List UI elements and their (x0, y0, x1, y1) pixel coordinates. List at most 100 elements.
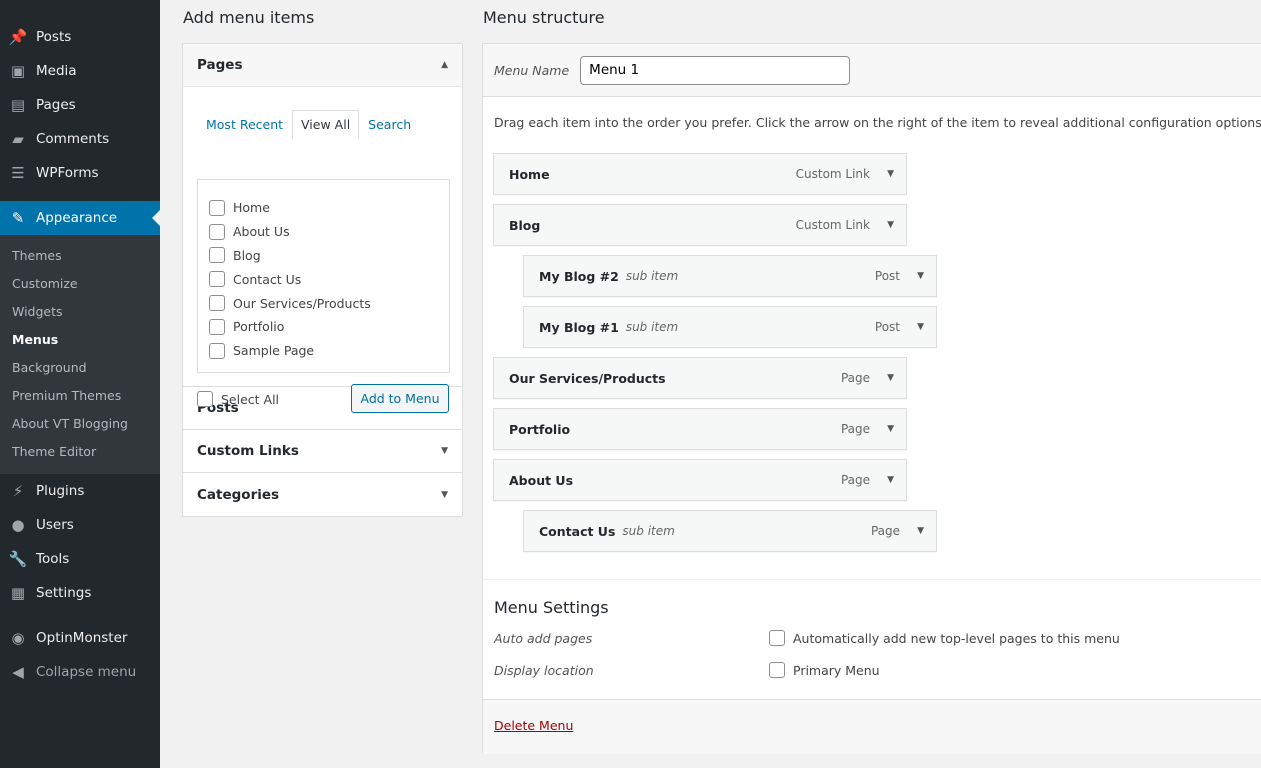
menu-name-input[interactable] (580, 55, 851, 85)
checkbox-icon[interactable] (197, 391, 213, 407)
section-header-categories[interactable]: Categories ▼ (183, 473, 462, 516)
menu-item-title: My Blog #1 (539, 319, 619, 335)
sidebar-item-label: OptinMonster (36, 630, 128, 646)
menu-item-title: About Us (509, 472, 574, 488)
sidebar-item-label: Plugins (36, 483, 85, 499)
checkbox-icon[interactable] (769, 630, 785, 646)
menu-item[interactable]: Portfolio Page ▼ (493, 408, 907, 450)
menu-structure-panel: Menu Name Drag each item into the order … (482, 43, 1261, 754)
menu-item-type: Page (840, 473, 870, 487)
sidebar-item-users[interactable]: ● Users (0, 508, 160, 542)
menu-structure-heading: Menu structure (483, 8, 605, 27)
page-checkbox-item[interactable]: Sample Page (198, 339, 449, 363)
caret-down-icon[interactable]: ▼ (887, 169, 894, 179)
admin-sidebar: Themes Customize Widgets Menus Background Pre… (0, 0, 160, 768)
sidebar-item-settings[interactable]: ▦ Settings (0, 576, 160, 610)
menu-item[interactable]: Contact Us sub item Page ▼ (523, 510, 937, 552)
menu-item[interactable]: My Blog #1 sub item Post ▼ (523, 306, 937, 348)
media-icon: ▣ (10, 62, 26, 80)
caret-down-icon[interactable]: ▼ (917, 271, 924, 281)
submenu-item-widgets[interactable]: Widgets (12, 304, 63, 319)
checkbox-icon[interactable] (209, 199, 225, 216)
pages-checklist: Home About Us Blog Contact Us Our Services/P… (197, 179, 450, 373)
caret-down-icon[interactable]: ▼ (441, 490, 448, 500)
tab-most-recent[interactable]: Most Recent (197, 110, 292, 139)
sidebar-item-label: Collapse menu (36, 664, 137, 680)
page-checkbox-item[interactable]: About Us (198, 220, 449, 244)
sidebar-item-appearance[interactable]: ✎ Appearance (0, 201, 160, 235)
sidebar-item-collapse-menu[interactable]: ◀ Collapse menu (0, 655, 160, 689)
submenu-item-theme-editor[interactable]: Theme Editor (12, 444, 96, 459)
tab-search[interactable]: Search (359, 110, 420, 139)
page-label: Our Services/Products (233, 295, 371, 311)
page-checkbox-item[interactable]: Contact Us (198, 267, 449, 291)
drag-instructions: Drag each item into the order you prefer… (494, 115, 1261, 130)
sidebar-item-media[interactable]: ▣ Media (0, 54, 160, 88)
auto-add-checkbox[interactable]: Automatically add new top-level pages to… (769, 630, 1120, 646)
checkbox-icon[interactable] (209, 247, 225, 264)
submenu-item-premium-themes[interactable]: Premium Themes (12, 388, 121, 403)
caret-down-icon[interactable]: ▼ (887, 424, 894, 434)
auto-add-option: Automatically add new top-level pages to… (793, 630, 1120, 646)
sidebar-item-label: Settings (36, 585, 92, 601)
menu-item-type: Custom Link (795, 218, 870, 232)
pages-section-header[interactable]: Pages ▲ (183, 44, 462, 87)
page-checkbox-item[interactable]: Portfolio (198, 315, 449, 339)
section-header-custom-links[interactable]: Custom Links ▼ (183, 430, 462, 473)
caret-down-icon[interactable]: ▼ (887, 220, 894, 230)
sidebar-item-comments[interactable]: ▰ Comments (0, 122, 160, 156)
sidebar-item-label: Posts (36, 29, 72, 45)
appearance-submenu: Themes Customize Widgets Menus Background Pre… (0, 235, 160, 474)
sidebar-item-tools[interactable]: 🔧 Tools (0, 542, 160, 576)
tab-view-all[interactable]: View All (292, 110, 360, 139)
page-checkbox-item[interactable]: Blog (198, 244, 449, 268)
checkbox-icon[interactable] (209, 271, 225, 288)
checkbox-icon[interactable] (209, 223, 225, 240)
caret-up-icon[interactable]: ▲ (441, 60, 448, 70)
checkbox-icon[interactable] (209, 318, 225, 335)
sidebar-item-wpforms[interactable]: ☰ WPForms (0, 156, 160, 190)
delete-menu-link[interactable]: Delete Menu (494, 718, 573, 733)
caret-down-icon[interactable]: ▼ (887, 475, 894, 485)
menu-item[interactable]: Our Services/Products Page ▼ (493, 357, 907, 399)
submenu-item-menus[interactable]: Menus (12, 332, 58, 347)
caret-down-icon[interactable]: ▼ (887, 373, 894, 383)
submenu-item-about-vt-blogging[interactable]: About VT Blogging (12, 416, 128, 431)
menu-item-title: Blog (509, 217, 541, 233)
pages-tabs: Most Recent View All Search (197, 110, 420, 139)
caret-down-icon[interactable]: ▼ (441, 446, 448, 456)
menu-item[interactable]: About Us Page ▼ (493, 459, 907, 501)
add-menu-items-heading: Add menu items (183, 8, 315, 27)
primary-menu-checkbox[interactable]: Primary Menu (769, 662, 880, 678)
menu-item-type: Post (874, 269, 900, 283)
checkbox-icon[interactable] (209, 342, 225, 359)
menu-name-label: Menu Name (494, 62, 570, 78)
checkbox-icon[interactable] (209, 295, 225, 312)
menu-item-title: My Blog #2 (539, 268, 619, 284)
sidebar-item-optinmonster[interactable]: ◉ OptinMonster (0, 621, 160, 655)
submenu-item-customize[interactable]: Customize (12, 276, 78, 291)
menu-item[interactable]: Home Custom Link ▼ (493, 153, 907, 195)
submenu-item-background[interactable]: Background (12, 360, 87, 375)
menu-item[interactable]: My Blog #2 sub item Post ▼ (523, 255, 937, 297)
submenu-item-themes[interactable]: Themes (12, 248, 62, 263)
sidebar-item-posts[interactable]: 📌 Posts (0, 20, 160, 54)
menu-footer: Delete Menu (483, 699, 1261, 754)
caret-down-icon[interactable]: ▼ (917, 322, 924, 332)
menu-item[interactable]: Blog Custom Link ▼ (493, 204, 907, 246)
menu-name-bar: Menu Name (483, 44, 1261, 97)
sidebar-item-pages[interactable]: ▤ Pages (0, 88, 160, 122)
select-all-checkbox[interactable]: Select All (197, 391, 279, 407)
page-checkbox-item[interactable]: Home (198, 196, 449, 220)
page-checkbox-item[interactable]: Our Services/Products (198, 291, 449, 315)
add-to-menu-button[interactable]: Add to Menu (351, 384, 449, 413)
add-menu-items-panel: Pages ▲ Most Recent View All Search Home Abo… (182, 43, 463, 517)
page-label: Sample Page (233, 343, 315, 359)
checkbox-icon[interactable] (769, 662, 785, 678)
sidebar-item-plugins[interactable]: ⚡ Plugins (0, 474, 160, 508)
menu-settings: Menu Settings Auto add pages Automatical… (483, 579, 1261, 678)
menu-item-type: Post (874, 320, 900, 334)
page-label: Blog (233, 247, 261, 263)
menu-settings-heading: Menu Settings (494, 598, 609, 617)
caret-down-icon[interactable]: ▼ (917, 526, 924, 536)
